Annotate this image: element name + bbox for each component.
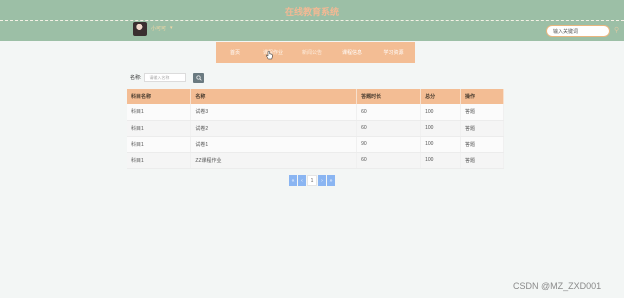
search-input[interactable]: [546, 25, 610, 37]
col-action: 操作: [460, 89, 504, 104]
filter-bar: 名称:: [130, 73, 187, 82]
filter-label: 名称:: [130, 75, 142, 81]
current-page[interactable]: 1: [307, 175, 317, 186]
cell-duration: 60: [356, 120, 422, 137]
answer-link[interactable]: 答题: [460, 120, 504, 137]
col-subject: 科目名称: [127, 89, 192, 104]
nav-item-home[interactable]: 首页: [216, 49, 254, 56]
table-row: 科目1 试卷3 60 100 答题: [127, 104, 504, 121]
cell-score: 100: [420, 104, 462, 121]
cell-name: 试卷2: [190, 120, 358, 137]
username[interactable]: 小可可: [151, 25, 166, 32]
nav-item-course-homework[interactable]: 课程作业: [254, 49, 292, 56]
nav-item-course-info[interactable]: 课程信息: [332, 49, 372, 56]
site-title: 在线教育系统: [284, 7, 339, 17]
cell-subject: 科目1: [127, 152, 192, 169]
table-header-row: 科目名称 名称 答题时长 总分 操作: [127, 89, 504, 104]
cell-subject: 科目1: [127, 120, 192, 137]
homework-table: 科目名称 名称 答题时长 总分 操作 科目1 试卷3 60 100 答题 科目1…: [127, 89, 504, 169]
hand-cursor-icon: [266, 51, 273, 60]
col-name: 名称: [190, 89, 358, 104]
header-divider: [0, 20, 624, 21]
cell-name: 试卷3: [190, 104, 358, 121]
table-row: 科目1 试卷1 90 100 答题: [127, 136, 504, 153]
table-row: 科目1 ZZ课程作业 60 100 答题: [127, 152, 504, 169]
header-bar: 在线教育系统 小可可 ▾ ⚲: [0, 0, 624, 41]
cell-score: 100: [420, 152, 462, 169]
answer-link[interactable]: 答题: [460, 136, 504, 153]
cell-score: 100: [420, 136, 462, 153]
magnifier-icon: [195, 75, 202, 81]
col-score: 总分: [420, 89, 462, 104]
first-page-button[interactable]: «: [289, 175, 297, 186]
cell-score: 100: [420, 120, 462, 137]
cell-name: ZZ课程作业: [190, 152, 358, 169]
next-page-button[interactable]: ›: [318, 175, 326, 186]
cell-subject: 科目1: [127, 136, 192, 153]
cell-duration: 60: [356, 152, 422, 169]
avatar[interactable]: [133, 22, 147, 36]
cell-duration: 90: [356, 136, 422, 153]
cell-subject: 科目1: [127, 104, 192, 121]
watermark: CSDN @MZ_ZXD001: [513, 281, 602, 291]
answer-link[interactable]: 答题: [460, 104, 504, 121]
cell-duration: 60: [356, 104, 422, 121]
search-icon[interactable]: ⚲: [614, 26, 619, 34]
table-row: 科目1 试卷2 60 100 答题: [127, 120, 504, 137]
cell-name: 试卷1: [190, 136, 358, 153]
answer-link[interactable]: 答题: [460, 152, 504, 169]
name-filter-input[interactable]: [144, 73, 187, 82]
main-nav: 首页 课程作业 新闻公告 课程信息 学习资源: [216, 42, 415, 63]
nav-item-learning-resources[interactable]: 学习资源: [372, 49, 415, 56]
nav-item-news[interactable]: 新闻公告: [292, 49, 332, 56]
prev-page-button[interactable]: ‹: [298, 175, 306, 186]
search-button[interactable]: [193, 73, 204, 83]
user-caret-icon[interactable]: ▾: [170, 25, 173, 31]
col-duration: 答题时长: [356, 89, 422, 104]
pagination: « ‹ 1 › »: [289, 175, 335, 186]
last-page-button[interactable]: »: [327, 175, 335, 186]
